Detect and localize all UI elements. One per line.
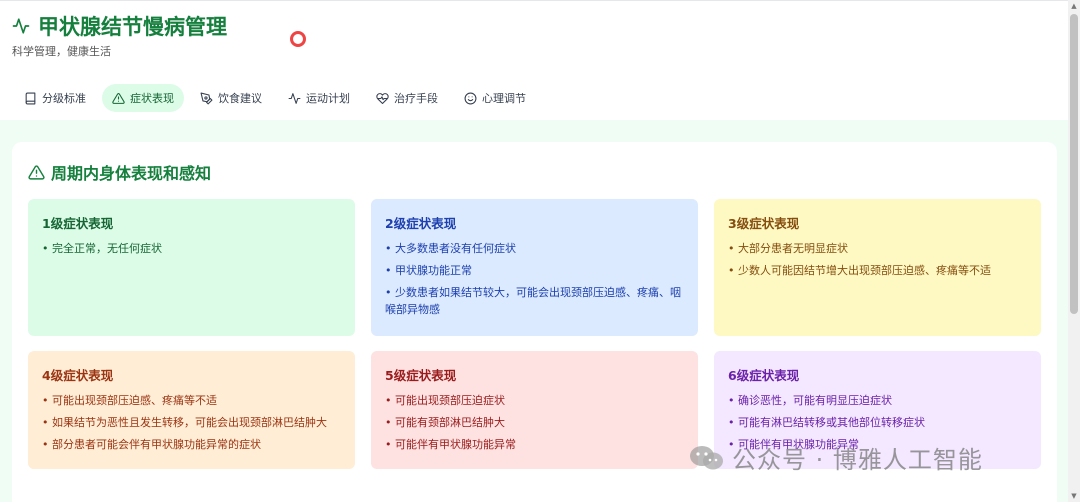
watermark-text: 公众号 · 博雅人工智能 — [732, 446, 983, 474]
card-title: 6级症状表现 — [728, 368, 800, 383]
list-item: 部分患者可能会伴有甲状腺功能异常的症状 — [42, 436, 341, 453]
card-title: 5级症状表现 — [385, 368, 457, 383]
pen-icon — [200, 92, 213, 104]
symptom-card-level-2: 2级症状表现 大多数患者没有任何症状 甲状腺功能正常 少数患者如果结节较大，可能… — [371, 199, 698, 336]
scrollbar-thumb[interactable] — [1070, 14, 1078, 314]
vertical-scrollbar[interactable]: ▲ ▼ — [1068, 0, 1080, 502]
card-title: 1级症状表现 — [42, 216, 114, 231]
tab-bar: 分级标准 症状表现 饮食建议 运动计划 治疗手段 心理调节 — [14, 84, 536, 112]
scroll-up-icon[interactable]: ▲ — [1070, 2, 1078, 10]
tab-label: 分级标准 — [42, 92, 86, 105]
book-icon — [25, 92, 36, 104]
tab-grading[interactable]: 分级标准 — [14, 84, 96, 112]
symptom-card-level-4: 4级症状表现 可能出现颈部压迫感、疼痛等不适 如果结节为恶性且发生转移，可能会出… — [28, 351, 355, 469]
tab-label: 运动计划 — [306, 92, 350, 105]
list-item: 少数人可能因结节增大出现颈部压迫感、疼痛等不适 — [728, 262, 1027, 279]
app-subtitle: 科学管理，健康生活 — [12, 45, 111, 58]
alert-triangle-icon — [28, 164, 45, 180]
list-item: 大部分患者无明显症状 — [728, 240, 1027, 257]
list-item: 可能出现颈部压迫症状 — [385, 392, 684, 409]
card-title: 3级症状表现 — [728, 216, 800, 231]
tab-label: 治疗手段 — [394, 92, 438, 105]
heart-pulse-icon — [376, 92, 389, 104]
list-item: 如果结节为恶性且发生转移，可能会出现颈部淋巴结肿大 — [42, 414, 341, 431]
scroll-down-icon[interactable]: ▼ — [1070, 492, 1078, 500]
app-title: 甲状腺结节慢病管理 — [12, 11, 227, 41]
card-title: 4级症状表现 — [42, 368, 114, 383]
list-item: 完全正常，无任何症状 — [42, 240, 341, 257]
tab-label: 心理调节 — [482, 92, 526, 105]
symptom-card-level-1: 1级症状表现 完全正常，无任何症状 — [28, 199, 355, 336]
list-item: 少数患者如果结节较大，可能会出现颈部压迫感、疼痛、咽喉部异物感 — [385, 284, 684, 318]
list-item: 可能出现颈部压迫感、疼痛等不适 — [42, 392, 341, 409]
list-item: 大多数患者没有任何症状 — [385, 240, 684, 257]
symptom-card-level-3: 3级症状表现 大部分患者无明显症状 少数人可能因结节增大出现颈部压迫感、疼痛等不… — [714, 199, 1041, 336]
tab-label: 症状表现 — [130, 92, 174, 105]
app-title-text: 甲状腺结节慢病管理 — [38, 15, 227, 39]
activity-icon — [288, 92, 301, 104]
app-header: 甲状腺结节慢病管理 科学管理，健康生活 分级标准 症状表现 饮食建议 运动计划 … — [0, 0, 1068, 120]
tab-mental[interactable]: 心理调节 — [454, 84, 536, 112]
list-item: 可能伴有甲状腺功能异常 — [385, 436, 684, 453]
list-item: 确诊恶性，可能有明显压迫症状 — [728, 392, 1027, 409]
list-item: 可能有淋巴结转移或其他部位转移症状 — [728, 414, 1027, 431]
symptom-card-level-5: 5级症状表现 可能出现颈部压迫症状 可能有颈部淋巴结肿大 可能伴有甲状腺功能异常 — [371, 351, 698, 469]
list-item: 甲状腺功能正常 — [385, 262, 684, 279]
wechat-icon — [690, 445, 723, 469]
card-title: 2级症状表现 — [385, 216, 457, 231]
tab-label: 饮食建议 — [218, 92, 262, 105]
section-title-text: 周期内身体表现和感知 — [51, 164, 212, 183]
tab-diet[interactable]: 饮食建议 — [190, 84, 272, 112]
tab-exercise[interactable]: 运动计划 — [278, 84, 360, 112]
cursor-indicator — [290, 31, 306, 47]
list-item: 可能有颈部淋巴结肿大 — [385, 414, 684, 431]
activity-icon — [12, 18, 30, 34]
tab-symptoms[interactable]: 症状表现 — [102, 84, 184, 112]
watermark: 公众号 · 博雅人工智能 — [688, 440, 983, 475]
tab-treatment[interactable]: 治疗手段 — [366, 84, 448, 112]
alert-triangle-icon — [112, 92, 125, 104]
smile-icon — [464, 92, 477, 104]
section-title: 周期内身体表现和感知 — [28, 160, 211, 184]
